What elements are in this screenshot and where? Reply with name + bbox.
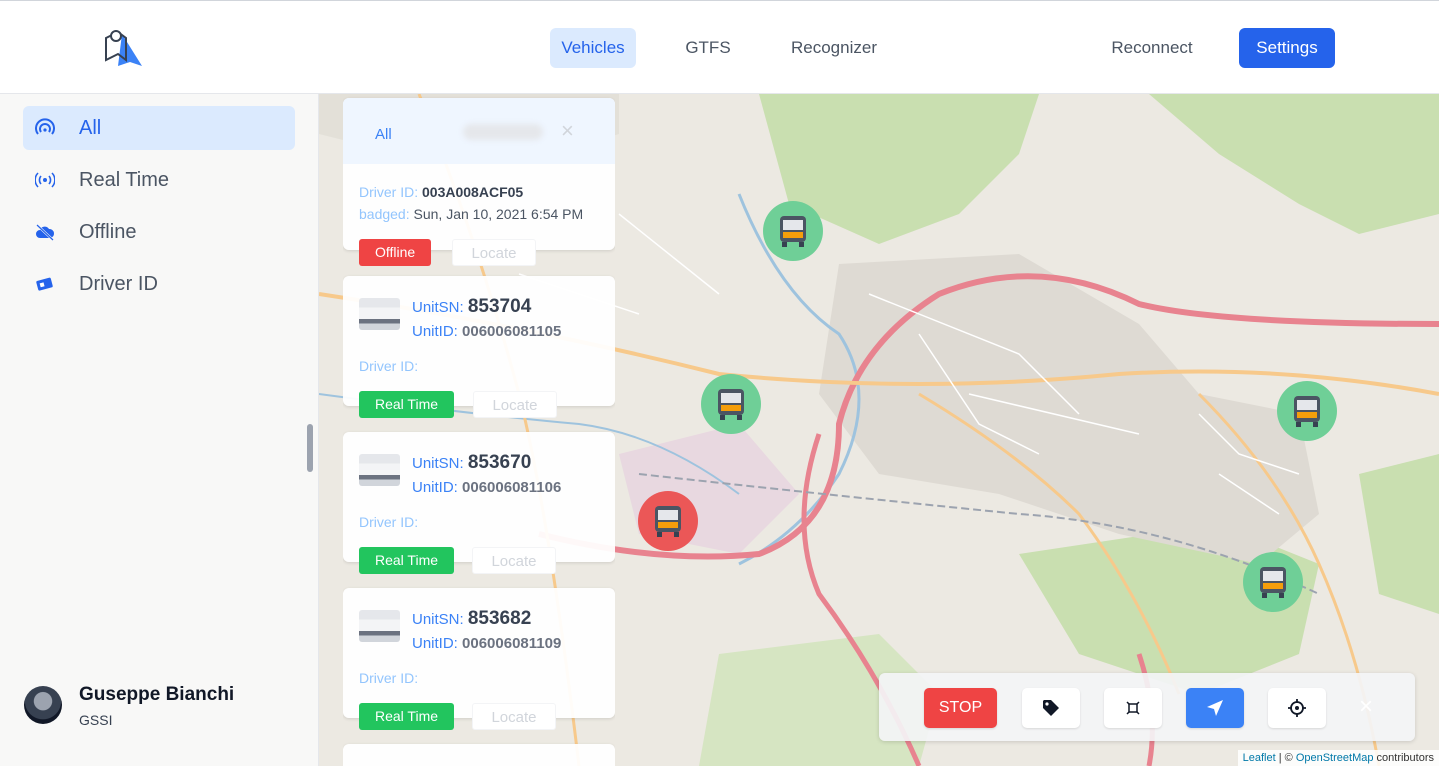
bus-thumbnail xyxy=(359,298,400,330)
bus-icon xyxy=(655,506,681,537)
sidebar-item-label: All xyxy=(79,117,102,139)
selection-button[interactable] xyxy=(1104,688,1162,728)
close-icon[interactable]: × xyxy=(561,118,574,144)
map-toolbar: STOP × xyxy=(879,673,1415,741)
broadcast-icon xyxy=(35,172,55,188)
tag-icon xyxy=(1043,700,1059,716)
avatar xyxy=(24,686,62,724)
vehicle-card[interactable]: UnitSN: 853704 UnitID: 006006081105 Driv… xyxy=(343,276,615,418)
all-vehicles-icon xyxy=(35,118,55,135)
id-card-icon xyxy=(36,277,53,291)
nav-gtfs[interactable]: GTFS xyxy=(678,28,738,68)
unit-sn: UnitSN: 853682 xyxy=(412,608,532,629)
vehicle-marker[interactable] xyxy=(638,491,698,551)
driver-id-line: Driver ID: xyxy=(359,670,419,686)
nav-recognizer[interactable]: Recognizer xyxy=(782,28,886,68)
selection-icon xyxy=(1126,701,1140,715)
cloud-off-icon xyxy=(36,224,55,241)
bus-icon xyxy=(1294,396,1320,427)
settings-button[interactable]: Settings xyxy=(1239,28,1335,68)
tag-button[interactable] xyxy=(1022,688,1080,728)
status-badge[interactable]: Real Time xyxy=(359,703,455,730)
top-bar: Vehicles GTFS Recognizer Reconnect Setti… xyxy=(0,0,1439,94)
driver-id-line: Driver ID: xyxy=(359,514,419,530)
close-icon[interactable]: × xyxy=(1359,693,1373,721)
crosshair-icon xyxy=(1288,699,1306,717)
sidebar-item-all[interactable]: All xyxy=(23,106,295,150)
badged-line: badged: Sun, Jan 10, 2021 6:54 PM xyxy=(359,206,584,222)
bus-thumbnail xyxy=(359,610,400,642)
vehicle-list-header: All × xyxy=(343,98,615,164)
navigation-arrow-icon xyxy=(1207,700,1223,716)
unit-id: UnitID: 006006081106 xyxy=(412,479,562,496)
user-organization: GSSI xyxy=(79,712,113,728)
sidebar: All Real Time Offline Driver ID Guseppe … xyxy=(0,94,319,766)
navigate-button[interactable] xyxy=(1186,688,1244,728)
vehicle-marker[interactable] xyxy=(763,201,823,261)
vehicle-card[interactable]: UnitSN: 853682 UnitID: 006006081109 Driv… xyxy=(343,588,615,730)
reconnect-button[interactable]: Reconnect xyxy=(1100,28,1204,68)
sidebar-item-label: Driver ID xyxy=(79,273,158,295)
user-profile[interactable]: Guseppe Bianchi GSSI xyxy=(24,684,304,734)
map-attribution: Leaflet | © OpenStreetMap contributors xyxy=(1237,750,1439,766)
search-input[interactable] xyxy=(463,124,543,140)
sidebar-item-offline[interactable]: Offline xyxy=(23,210,295,254)
bus-thumbnail xyxy=(359,454,400,486)
sidebar-item-driver-id[interactable]: Driver ID xyxy=(23,262,295,306)
driver-id-line: Driver ID: 003A008ACF05 xyxy=(359,184,524,200)
nav-vehicles[interactable]: Vehicles xyxy=(550,28,636,68)
app-logo[interactable] xyxy=(100,26,146,70)
unit-sn: UnitSN: 853704 xyxy=(412,296,532,317)
unit-id: UnitID: 006006081105 xyxy=(412,323,562,340)
sidebar-scrollbar[interactable] xyxy=(307,424,313,472)
sidebar-item-real-time[interactable]: Real Time xyxy=(23,158,295,202)
locate-button[interactable]: Locate xyxy=(472,547,556,574)
vehicle-marker[interactable] xyxy=(1277,381,1337,441)
filter-tab-all[interactable]: All xyxy=(375,126,392,143)
leaflet-link[interactable]: Leaflet xyxy=(1243,752,1276,764)
vehicle-card[interactable]: All × Driver ID: 003A008ACF05 badged: Su… xyxy=(343,98,615,266)
sidebar-item-label: Real Time xyxy=(79,169,170,191)
vehicle-marker[interactable] xyxy=(1243,552,1303,612)
unit-sn: UnitSN: 853670 xyxy=(412,452,532,473)
bus-icon xyxy=(780,216,806,247)
bus-icon xyxy=(1260,567,1286,598)
sidebar-item-label: Offline xyxy=(79,221,137,243)
locate-button[interactable]: Locate xyxy=(452,239,536,266)
locate-button[interactable]: Locate xyxy=(473,391,557,418)
unit-id: UnitID: 006006081109 xyxy=(412,635,562,652)
vehicle-card[interactable]: UnitSN: 853670 UnitID: 006006081106 Driv… xyxy=(343,432,615,574)
openstreetmap-link[interactable]: OpenStreetMap xyxy=(1296,752,1374,764)
user-name: Guseppe Bianchi xyxy=(79,684,235,705)
status-badge[interactable]: Real Time xyxy=(359,547,455,574)
center-button[interactable] xyxy=(1268,688,1326,728)
vehicle-list[interactable]: All × Driver ID: 003A008ACF05 badged: Su… xyxy=(343,94,615,766)
status-badge[interactable]: Real Time xyxy=(359,391,455,418)
bus-icon xyxy=(718,389,744,420)
stop-button[interactable]: STOP xyxy=(924,688,997,728)
vehicle-marker[interactable] xyxy=(701,374,761,434)
vehicle-card[interactable] xyxy=(343,744,615,766)
locate-button[interactable]: Locate xyxy=(472,703,556,730)
status-badge[interactable]: Offline xyxy=(359,239,432,266)
driver-id-line: Driver ID: xyxy=(359,358,419,374)
